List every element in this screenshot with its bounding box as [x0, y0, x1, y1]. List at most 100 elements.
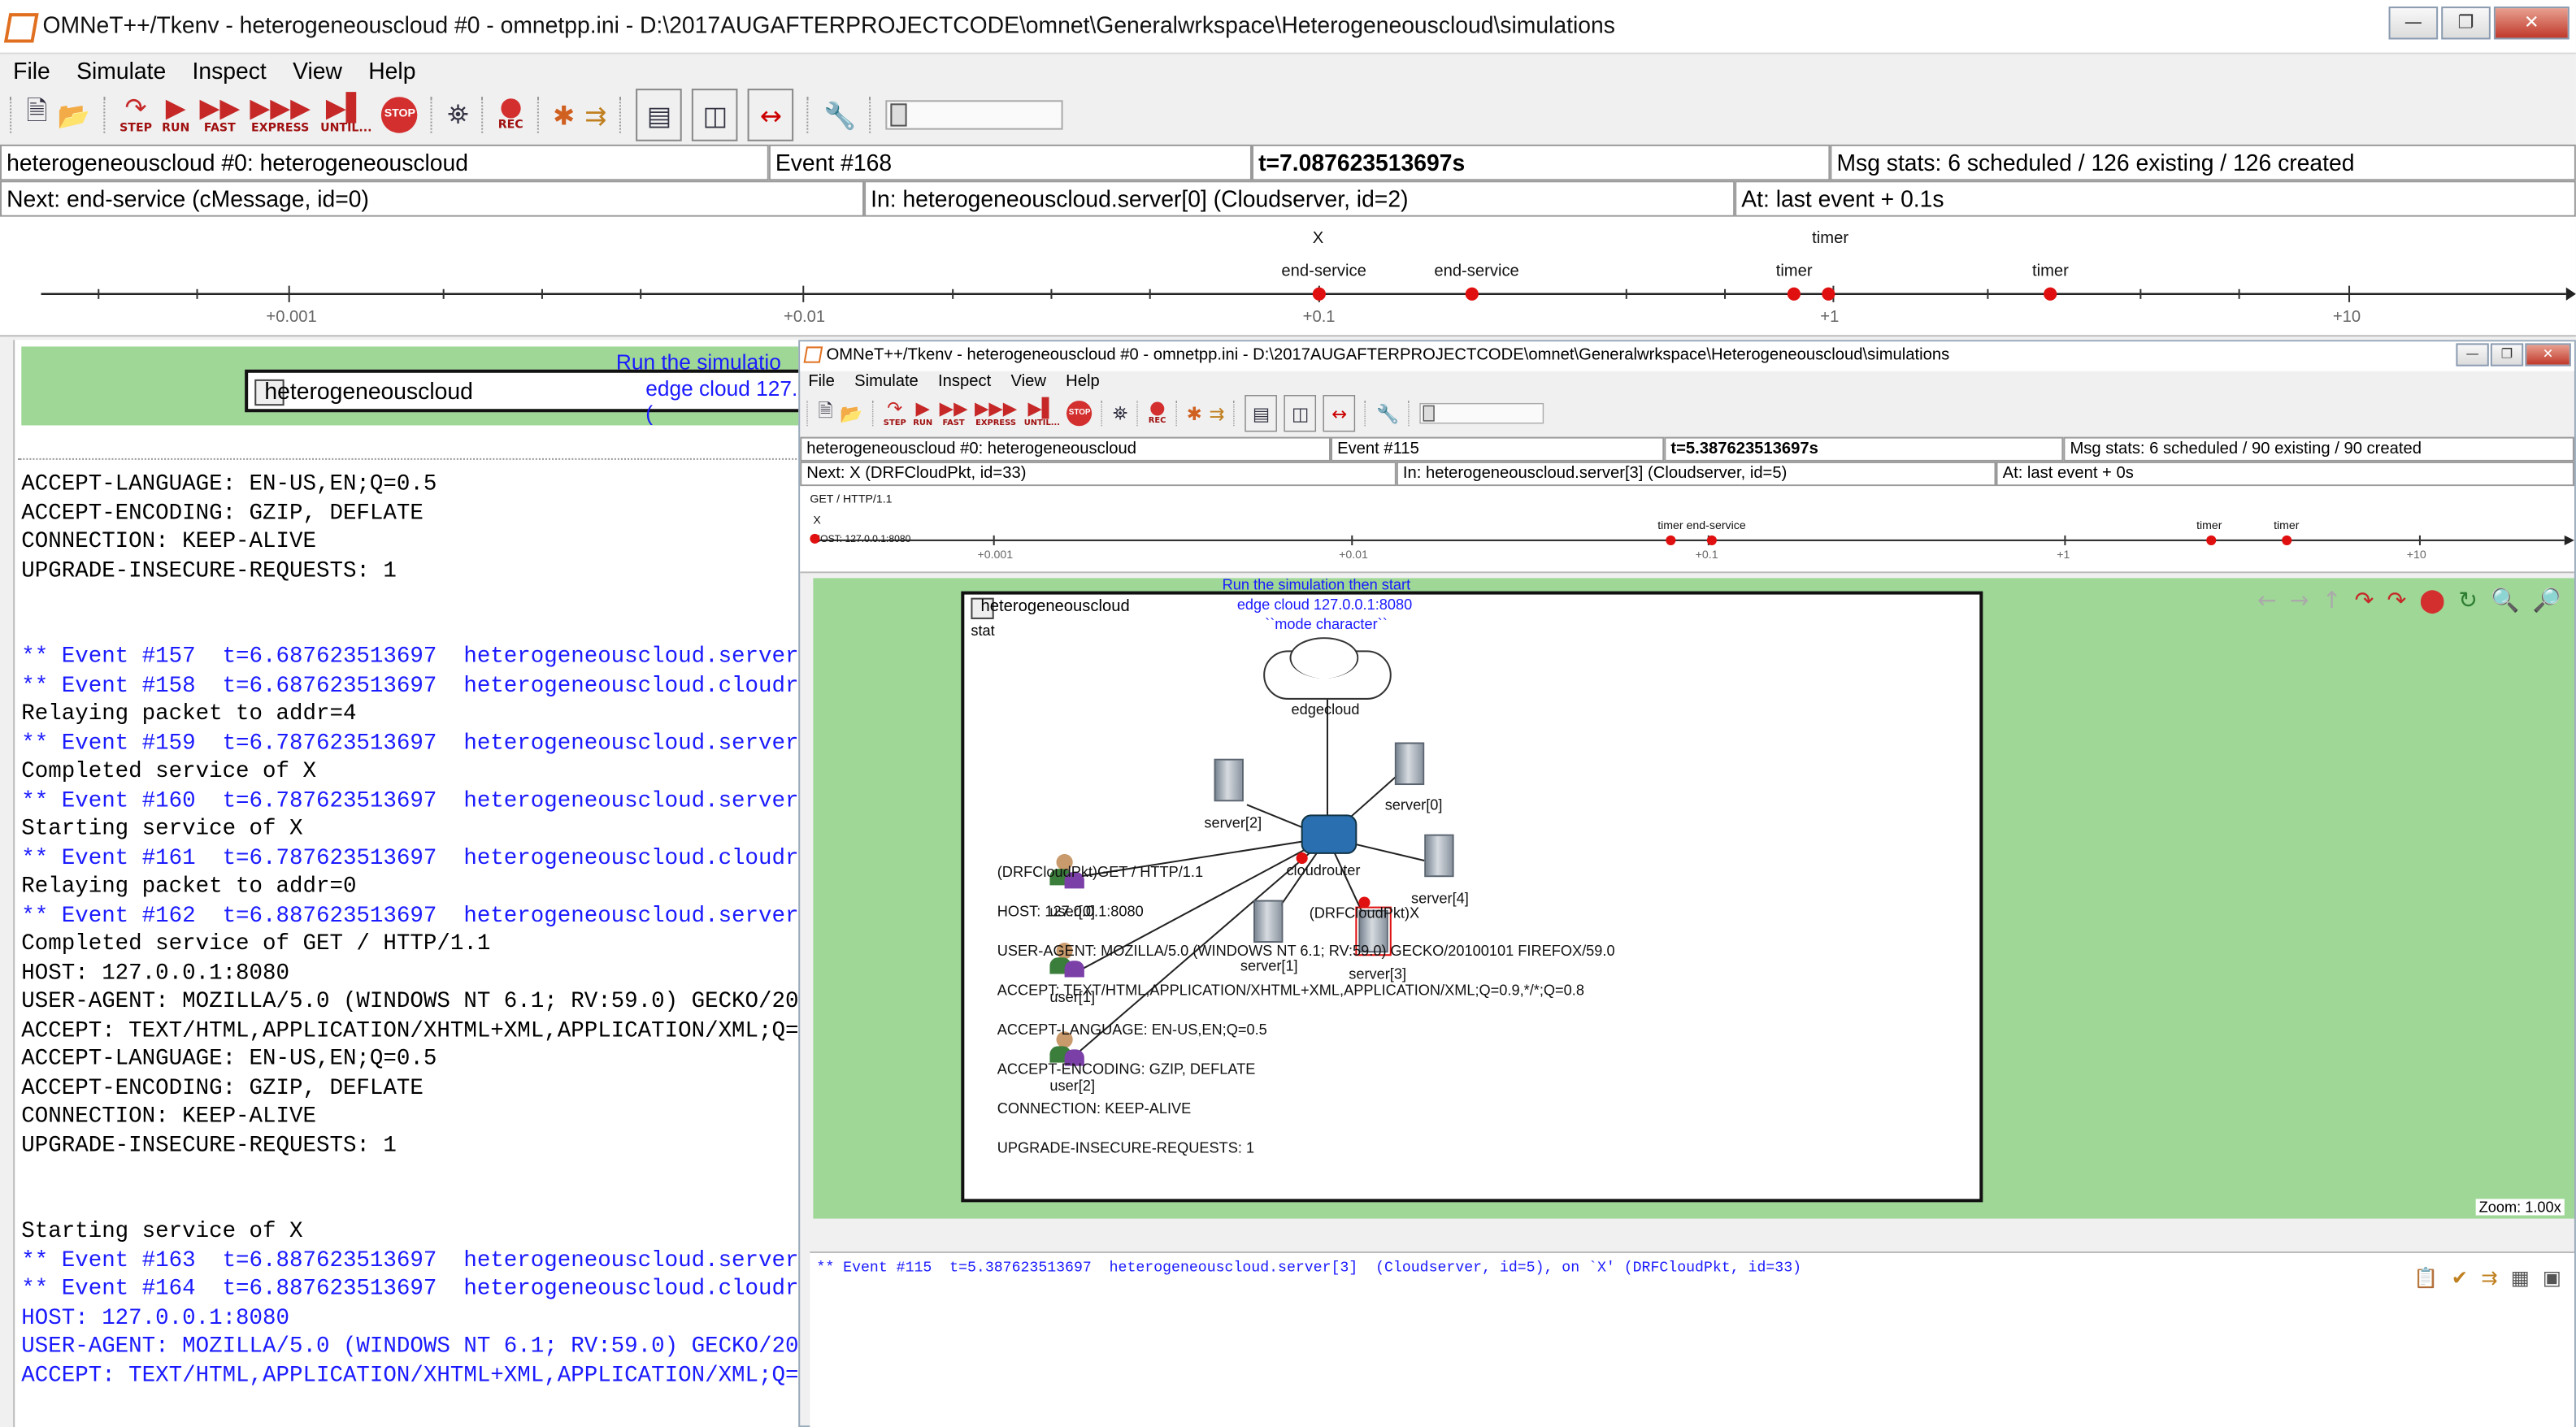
record-button[interactable]: REC [498, 90, 523, 140]
find-button[interactable]: ⛯ [447, 90, 468, 140]
minimize-button[interactable]: — [2388, 7, 2439, 40]
timeline[interactable]: +0.001 +0.01 +0.1 +1 +10 X end-service e… [0, 216, 2576, 337]
menu-inspect[interactable]: Inspect [193, 58, 267, 84]
timeline-event-marker[interactable] [2206, 535, 2217, 545]
inner-stop-button[interactable]: STOP [1066, 396, 1093, 430]
layout-vertical-button[interactable]: ◫ [692, 89, 739, 141]
inner-queue-button[interactable]: ⇉ [1209, 396, 1224, 430]
timeline-event-marker[interactable] [1465, 287, 1479, 301]
new-network-button[interactable]: 🗎 [26, 90, 47, 140]
network-canvas[interactable]: ← → ↑ ↷ ↷ ⬤ ↻ 🔍 🔎 Zoom: 1.00x heterogene… [813, 576, 2574, 1219]
timeline-event-marker[interactable] [810, 533, 820, 544]
inner-timeline[interactable]: GET / HTTP/1.1 X HOST: 127.0.0.1:8080 +0… [800, 486, 2574, 574]
timeline-event-label[interactable]: timer [1812, 230, 1848, 248]
menu-simulate[interactable]: Simulate [76, 58, 166, 84]
inner-network-button[interactable]: ✱ [1187, 396, 1202, 430]
inner-layout-v-button[interactable]: ◫ [1284, 395, 1317, 432]
zoom-out-icon[interactable]: 🔎 [2532, 588, 2561, 614]
filter-icon[interactable]: ✔ [2452, 1266, 2468, 1289]
inner-menu-simulate[interactable]: Simulate [854, 373, 919, 391]
zoom-in-icon[interactable]: 🔍 [2491, 588, 2519, 614]
inner-run-button[interactable]: ▶ RUN [913, 396, 932, 430]
inner-timeline-event[interactable]: timer [2274, 521, 2299, 532]
fast-button[interactable]: ▶▶ FAST [199, 90, 240, 140]
inner-until-button[interactable]: ▶▌ UNTIL... [1024, 396, 1060, 430]
timeline-event-label[interactable]: X [1313, 230, 1323, 248]
inner-timeline-event[interactable]: timer end-service [1657, 521, 1746, 532]
inner-new-button[interactable]: 🗎 [818, 396, 832, 430]
inner-speed-slider[interactable] [1419, 396, 1547, 430]
inner-menu-file[interactable]: File [808, 373, 835, 391]
server-4-icon[interactable] [1424, 834, 1454, 878]
timeline-event-marker[interactable] [2282, 535, 2292, 545]
maximize-button[interactable]: ❐ [2441, 7, 2491, 40]
menu-view[interactable]: View [293, 58, 342, 84]
speed-slider[interactable] [885, 90, 1066, 140]
inner-close-button[interactable]: ✕ [2525, 343, 2571, 367]
run-module-icon[interactable]: ↷ [2387, 588, 2406, 614]
inner-timeline-event[interactable]: timer [2196, 521, 2222, 532]
edgecloud-node[interactable] [1257, 637, 1395, 703]
inner-menu-inspect[interactable]: Inspect [938, 373, 991, 391]
stop-button[interactable]: STOP [381, 90, 419, 140]
event-log[interactable]: ACCEPT-LANGUAGE: EN-US,EN;Q=0.5 ACCEPT-EN… [21, 471, 800, 1424]
timeline-event-marker[interactable] [1666, 535, 1676, 545]
timeline-event-marker[interactable] [1312, 287, 1326, 301]
slider-thumb[interactable] [890, 103, 908, 127]
copy-icon[interactable]: 📋 [2413, 1266, 2438, 1289]
inspect-network-button[interactable]: ✱ [553, 90, 575, 140]
inner-menu-view[interactable]: View [1010, 373, 1045, 391]
server-2-icon[interactable] [1214, 758, 1244, 802]
stop-icon[interactable]: ⬤ [2419, 588, 2445, 614]
slider-thumb[interactable] [1423, 405, 1436, 422]
inner-maximize-button[interactable]: ❐ [2490, 343, 2524, 367]
layout-horizontal-button[interactable]: ▤ [636, 89, 683, 141]
inner-step-button[interactable]: ↷ STEP [884, 396, 906, 430]
inner-record-button[interactable]: REC [1149, 396, 1166, 430]
step-button[interactable]: ↷ STEP [119, 90, 152, 140]
relayout-icon[interactable]: ↻ [2458, 588, 2478, 614]
close-button[interactable]: ✕ [2493, 7, 2569, 40]
server-1-icon[interactable] [1253, 900, 1284, 943]
express-button[interactable]: ▶▶▶ EXPRESS [250, 90, 311, 140]
inner-load-button[interactable]: 📂 [840, 396, 862, 430]
router-icon[interactable] [1301, 814, 1358, 854]
inner-menu-help[interactable]: Help [1066, 373, 1100, 391]
inner-timeline-button[interactable]: ↔ [1323, 395, 1356, 432]
timeline-event-label[interactable]: end-service [1434, 262, 1518, 280]
server-0-icon[interactable] [1394, 742, 1425, 786]
inner-express-button[interactable]: ▶▶▶ EXPRESS [975, 396, 1017, 430]
up-icon[interactable]: ↑ [2322, 588, 2342, 614]
timeline-event-marker[interactable] [1822, 287, 1835, 301]
timeline-event-marker[interactable] [1787, 287, 1801, 301]
message-marker[interactable] [1296, 852, 1308, 865]
run-button[interactable]: ▶ RUN [162, 90, 189, 140]
timeline-event-label[interactable]: end-service [1281, 262, 1366, 280]
inner-fast-button[interactable]: ▶▶ FAST [940, 396, 968, 430]
table-icon[interactable]: ▦ [2511, 1266, 2530, 1289]
forward-icon[interactable]: → [2290, 588, 2309, 614]
back-icon[interactable]: ← [2257, 588, 2277, 614]
queue-icon[interactable]: ⇉ [2481, 1266, 2497, 1289]
inner-options-button[interactable]: 🔧 [1376, 396, 1399, 430]
until-button[interactable]: ▶▌ UNTIL... [320, 90, 371, 140]
menu-help[interactable]: Help [368, 58, 415, 84]
inner-minimize-button[interactable]: — [2456, 343, 2489, 367]
inspect-queue-button[interactable]: ⇉ [584, 90, 606, 140]
inner-find-button[interactable]: ⛯ [1113, 396, 1127, 430]
toolbar-separator [10, 97, 13, 133]
load-ned-button[interactable]: 📂 [57, 90, 89, 140]
inner-log-panel[interactable]: ** Event #115 t=5.387623513697 heterogen… [810, 1251, 2574, 1427]
toolbar-separator [536, 97, 540, 133]
window-icon[interactable]: ▣ [2543, 1266, 2561, 1289]
express-icon: ▶▶▶ [974, 397, 1018, 419]
timeline-event-marker[interactable] [1706, 535, 1717, 545]
inner-layout-h-button[interactable]: ▤ [1245, 395, 1278, 432]
menu-file[interactable]: File [13, 58, 50, 84]
timeline-toggle-button[interactable]: ↔ [748, 89, 794, 141]
timeline-event-label[interactable]: timer [1776, 262, 1813, 280]
timeline-event-label[interactable]: timer [2032, 262, 2069, 280]
step-in-icon[interactable]: ↷ [2355, 588, 2374, 614]
options-button[interactable]: 🔧 [823, 90, 856, 140]
timeline-event-marker[interactable] [2044, 287, 2057, 301]
